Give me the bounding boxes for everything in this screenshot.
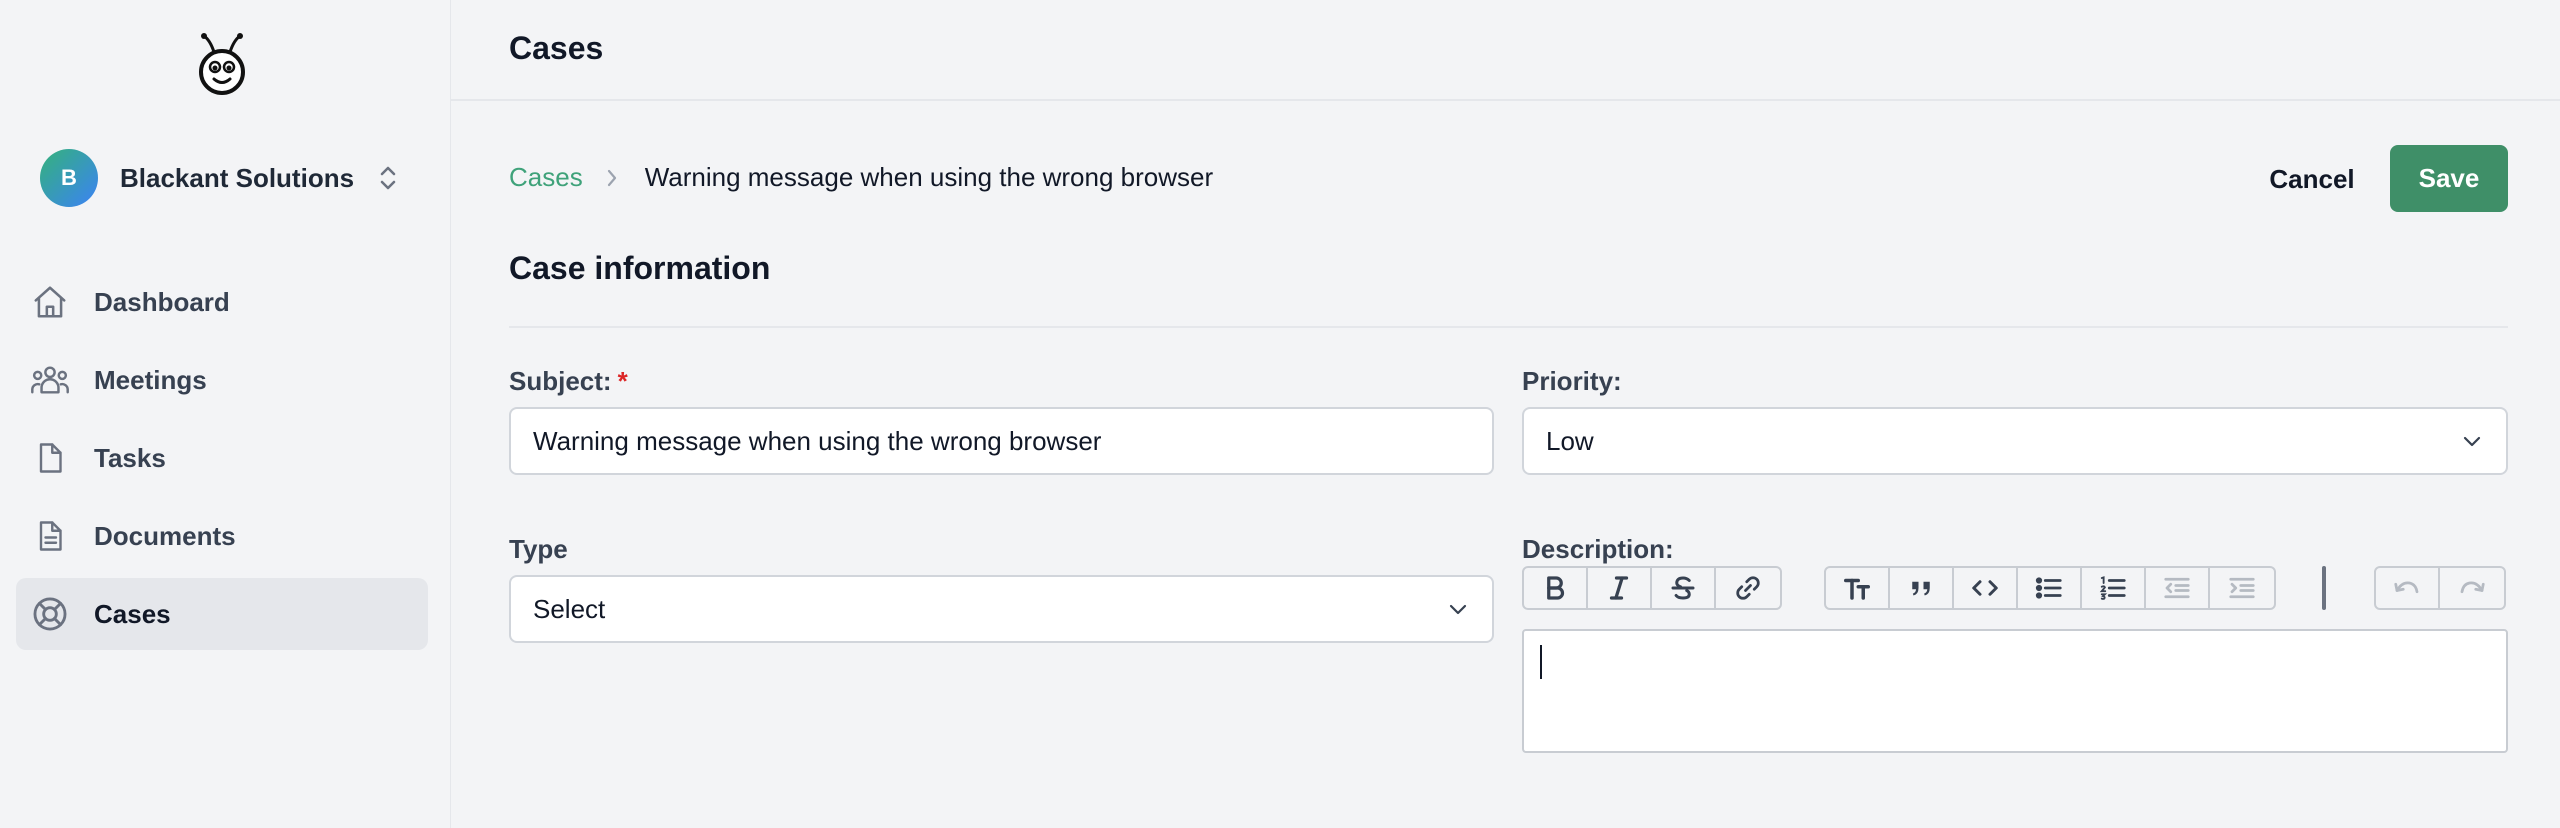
undo-button[interactable] [2376,568,2440,608]
code-button[interactable] [1954,568,2018,608]
sidebar-item-documents[interactable]: Documents [16,500,428,572]
toolbar-history-group [2374,566,2506,610]
chevron-up-down-icon[interactable] [376,162,400,194]
file-icon [30,438,70,478]
bold-button[interactable] [1524,568,1588,608]
code-icon [1972,580,1998,596]
heading-icon [1844,578,1870,600]
sidebar-item-cases[interactable]: Cases [16,578,428,650]
strikethrough-button[interactable] [1652,568,1716,608]
sidebar-item-label: Tasks [94,442,166,473]
save-button[interactable]: Save [2390,145,2508,212]
type-select[interactable]: Select [509,575,1494,643]
section-divider [509,326,2508,328]
users-icon [30,360,70,400]
text-caret [1540,645,1542,679]
org-name: Blackant Solutions [120,162,355,193]
type-label: Type [509,534,568,564]
quote-icon [1912,581,1930,596]
outdent-button[interactable] [2146,568,2210,608]
type-select-value: Select [533,593,606,624]
sidebar-item-meetings[interactable]: Meetings [16,344,428,416]
italic-icon [1609,576,1629,600]
indent-button[interactable] [2210,568,2274,608]
heading-button[interactable] [1826,568,1890,608]
priority-select[interactable]: Low [1522,407,2508,475]
sidebar-item-label: Dashboard [94,286,230,317]
sidebar-item-tasks[interactable]: Tasks [16,422,428,494]
sidebar-nav: Dashboard Meetings Tasks Documents Cases [16,266,428,656]
org-avatar: B [40,149,98,207]
breadcrumb-link-cases[interactable]: Cases [509,162,583,193]
link-button[interactable] [1716,568,1780,608]
priority-select-value: Low [1546,425,1594,456]
bullet-list-icon [2035,577,2062,599]
link-icon [1736,576,1760,600]
breadcrumb: Cases Warning message when using the wro… [509,162,1213,193]
cancel-button[interactable]: Cancel [2252,150,2372,208]
document-icon [30,516,70,556]
redo-button[interactable] [2440,568,2504,608]
toolbar-block-format-group [1824,566,2276,610]
required-mark: * [617,366,628,396]
undo-icon [2394,581,2419,594]
numbered-list-button[interactable] [2082,568,2146,608]
subject-label-text: Subject: [509,366,612,396]
home-icon [30,282,70,322]
sidebar-item-dashboard[interactable]: Dashboard [16,266,428,338]
sidebar-item-label: Cases [94,598,171,629]
breadcrumb-current: Warning message when using the wrong bro… [644,162,1214,192]
outdent-icon [2164,577,2190,599]
bullet-list-button[interactable] [2018,568,2082,608]
description-editor[interactable] [1522,629,2508,753]
org-switcher[interactable]: B Blackant Solutions [40,148,410,208]
app-logo-icon[interactable] [196,32,248,96]
strikethrough-icon [1671,576,1695,600]
numbered-list-icon [2099,576,2126,600]
italic-button[interactable] [1588,568,1652,608]
sidebar-item-label: Meetings [94,364,207,395]
page-header: Cases [451,0,2560,101]
quote-button[interactable] [1890,568,1954,608]
subject-input[interactable] [509,407,1494,475]
toolbar-separator [2322,566,2326,610]
description-label: Description: [1522,534,1674,564]
page-title: Cases [509,30,604,66]
sidebar-item-label: Documents [94,520,236,551]
lifebuoy-icon [30,594,70,634]
chevron-right-icon [607,169,616,186]
priority-label: Priority: [1522,366,1622,396]
toolbar-text-format-group [1522,566,1782,610]
chevron-down-icon [1449,604,1467,615]
chevron-down-icon [2463,436,2481,447]
bold-icon [1547,576,1565,600]
sidebar: B Blackant Solutions Dashboard Meetings … [0,0,451,828]
subject-label: Subject: * [509,366,628,397]
redo-icon [2460,581,2485,594]
section-title: Case information [509,250,771,286]
indent-icon [2229,577,2255,599]
